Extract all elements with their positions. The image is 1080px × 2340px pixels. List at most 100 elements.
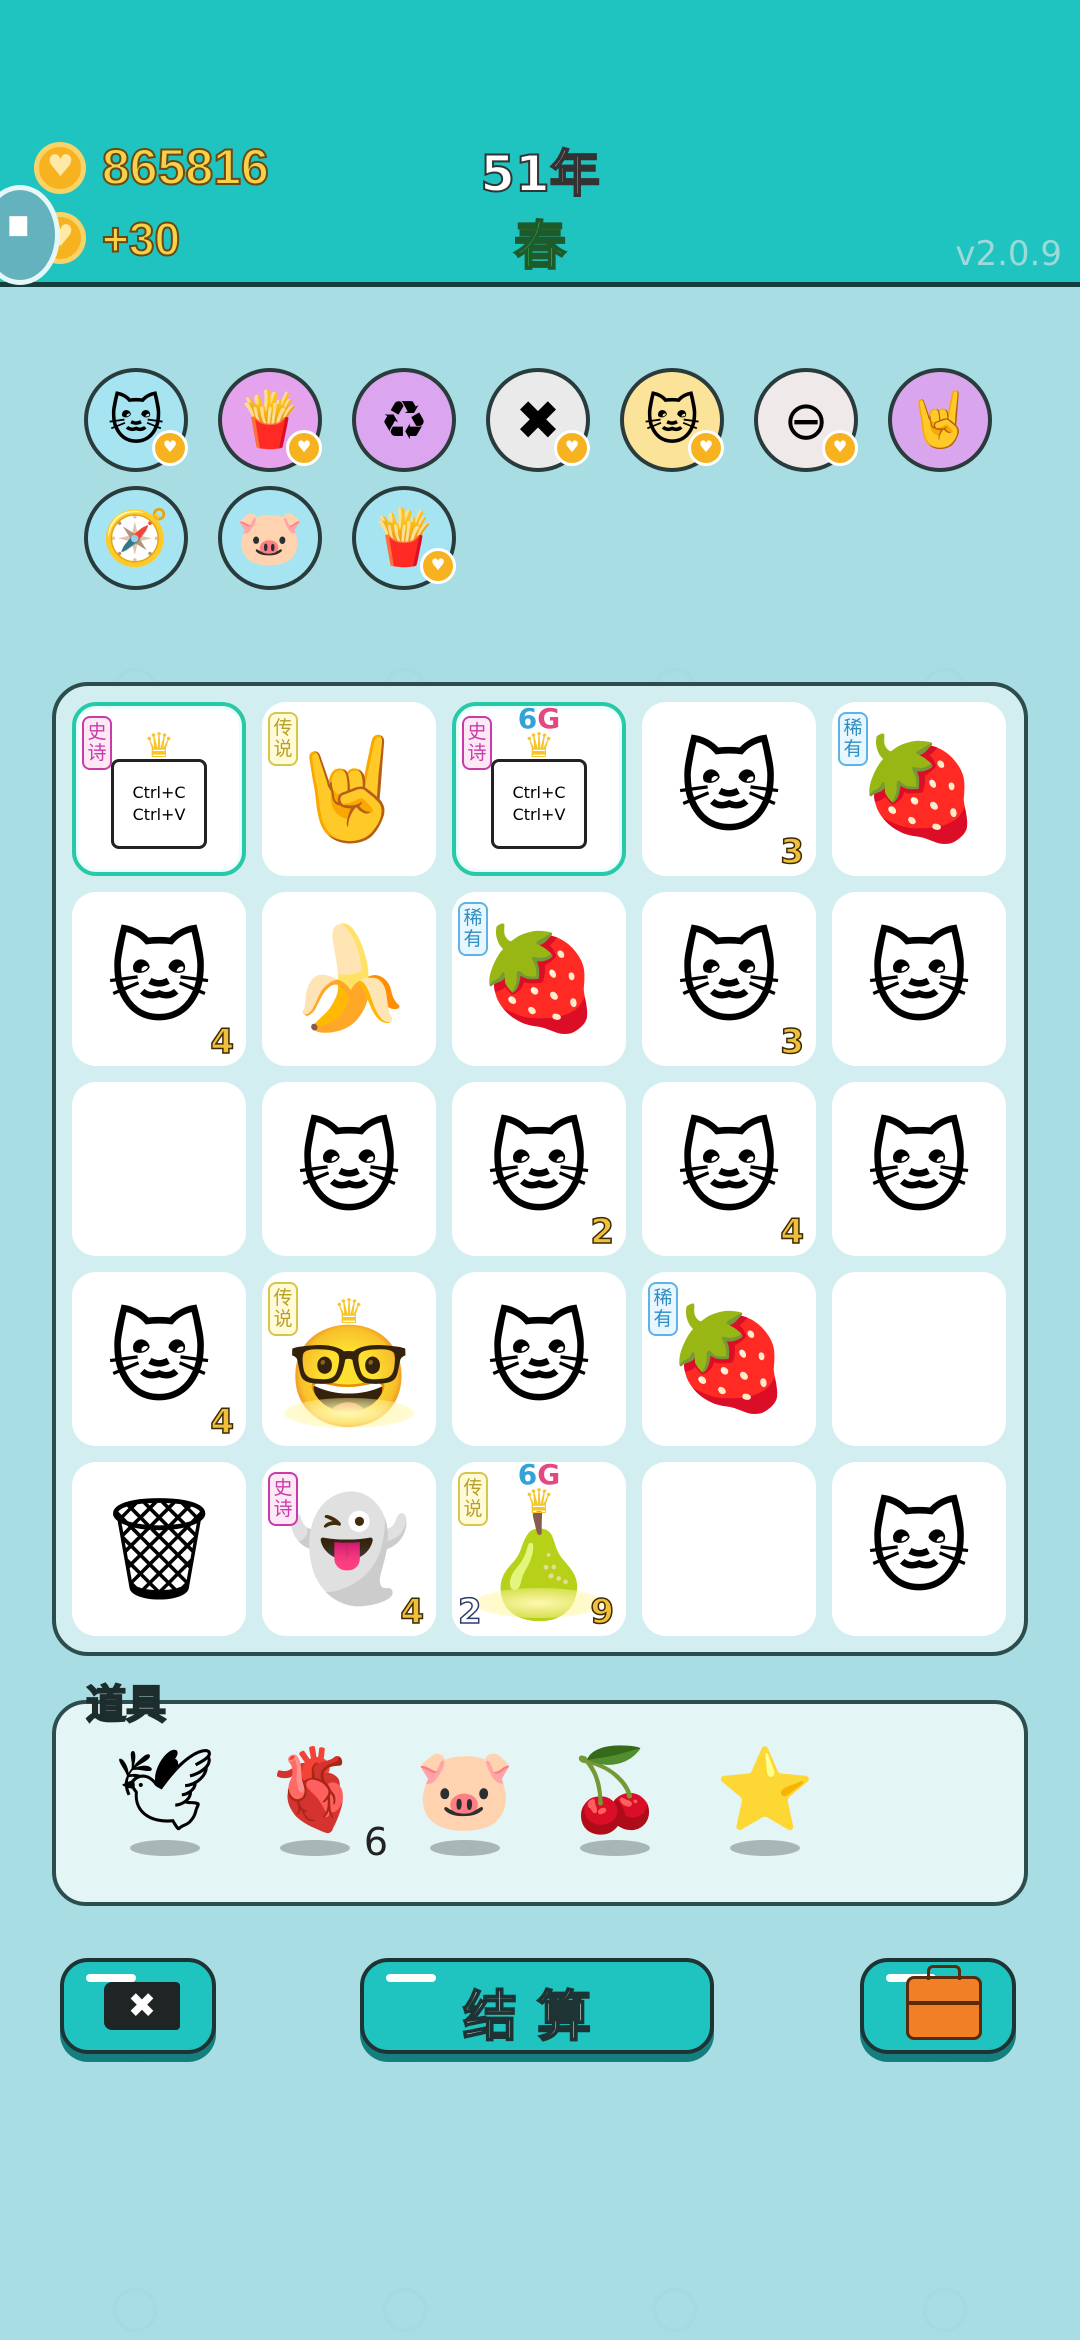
ctrl-c-text: Ctrl+C bbox=[132, 783, 186, 802]
liver-item[interactable]: 🫀 6 bbox=[260, 1740, 388, 1870]
dove-item-icon: 🕊 bbox=[114, 1743, 216, 1836]
rarity-tag: 史诗 bbox=[268, 1472, 298, 1526]
cat-sunglasses-relic[interactable]: 🐱 ♥ bbox=[84, 368, 188, 472]
heart-badge-icon: ♥ bbox=[152, 430, 188, 466]
rarity-tag: 史诗 bbox=[82, 716, 112, 770]
piggy-item-icon: 🐷 bbox=[415, 1743, 515, 1836]
grid-cell[interactable] bbox=[642, 1462, 816, 1636]
item-shadow bbox=[130, 1840, 200, 1856]
grid-cell[interactable]: 🍓 稀有 bbox=[832, 702, 1006, 876]
twin-cats-relic[interactable]: 🐱 ♥ bbox=[620, 368, 724, 472]
minus-relic[interactable]: ⊖ ♥ bbox=[754, 368, 858, 472]
ctrl-c-text: Ctrl+C bbox=[512, 783, 566, 802]
top-bar: 865816 +30 51年 春 v2.0.9 bbox=[0, 0, 1080, 287]
fries-relic[interactable]: 🍟 ♥ bbox=[218, 368, 322, 472]
dove-item[interactable]: 🕊 bbox=[110, 1740, 220, 1870]
remove-button[interactable]: ✖ bbox=[60, 1958, 216, 2054]
grid-cell[interactable]: 🐱 3 bbox=[642, 892, 816, 1066]
grid-cell[interactable] bbox=[72, 1082, 246, 1256]
symbol-icon: 🐱 bbox=[296, 1110, 402, 1227]
symbol-icon: 🐱 bbox=[866, 920, 972, 1037]
heart-badge-icon: ♥ bbox=[554, 430, 590, 466]
grid-cell[interactable]: 🐱 bbox=[832, 1082, 1006, 1256]
crown-icon: ♛ bbox=[333, 1292, 365, 1332]
rock-hand-relic[interactable]: 🤘 bbox=[888, 368, 992, 472]
rarity-tag: 稀有 bbox=[838, 712, 868, 766]
heart-badge-icon: ♥ bbox=[420, 548, 456, 584]
symbol-icon: 🍌 bbox=[286, 920, 412, 1037]
grid-cell[interactable]: 👻 史诗 4 bbox=[262, 1462, 436, 1636]
grid-cell[interactable]: 🐱 bbox=[262, 1082, 436, 1256]
grid-cell[interactable]: 🐱 bbox=[832, 892, 1006, 1066]
rarity-tag: 稀有 bbox=[458, 902, 488, 956]
grid-cell[interactable]: Ctrl+C Ctrl+V ♛ 6G 史诗 bbox=[452, 702, 626, 876]
bayberry-item[interactable]: 🍒 bbox=[560, 1740, 670, 1870]
grid-cell[interactable]: 🐱 4 bbox=[72, 1272, 246, 1446]
six-g-badge: 6G bbox=[517, 702, 561, 735]
symbol-icon: 🍓 bbox=[856, 730, 982, 847]
items-title: 道具 bbox=[85, 1681, 167, 1729]
button-shine bbox=[86, 1974, 136, 1982]
counter-value: 2 bbox=[590, 1211, 615, 1253]
symbol-icon: 🤘 bbox=[286, 730, 412, 847]
inventory-button[interactable] bbox=[860, 1958, 1016, 2054]
grid-cell[interactable]: Ctrl+C Ctrl+V ♛ 史诗 bbox=[72, 702, 246, 876]
rarity-tag: 传说 bbox=[268, 712, 298, 766]
symbol-icon: 👻 bbox=[286, 1490, 412, 1607]
crown-icon: ♛ bbox=[143, 726, 175, 766]
season-label: 春 bbox=[513, 216, 567, 278]
briefcase-icon bbox=[906, 1965, 982, 2040]
left-counter-value: 2 bbox=[457, 1591, 482, 1633]
grid-cell[interactable]: 🐱 4 bbox=[72, 892, 246, 1066]
piggy-bank-relic[interactable]: 🐷 bbox=[218, 486, 322, 590]
grid-cell[interactable]: 🐱 2 bbox=[452, 1082, 626, 1256]
grid-cell[interactable]: 🤓 ♛ 传说 bbox=[262, 1272, 436, 1446]
star-item[interactable]: ⭐ bbox=[710, 1740, 820, 1870]
ctrl-v-text: Ctrl+V bbox=[132, 805, 186, 824]
remove-tag-relic[interactable]: ✖ ♥ bbox=[486, 368, 590, 472]
counter-value: 4 bbox=[210, 1401, 235, 1443]
grid-cell[interactable]: 🐱 bbox=[832, 1462, 1006, 1636]
version-label: v2.0.9 bbox=[955, 234, 1062, 274]
grid-cell[interactable]: 🍌 bbox=[262, 892, 436, 1066]
symbol-icon: 🍓 bbox=[476, 920, 602, 1037]
counter-value: 4 bbox=[780, 1211, 805, 1253]
grid-cell[interactable]: 🗑 bbox=[72, 1462, 246, 1636]
bayberry-item-icon: 🍒 bbox=[565, 1743, 665, 1836]
ctrl-cv-card-icon: Ctrl+C Ctrl+V bbox=[491, 759, 587, 849]
piggy-bank-relic-icon: 🐷 bbox=[236, 506, 304, 569]
item-shadow bbox=[580, 1840, 650, 1856]
heart-badge-icon: ♥ bbox=[286, 430, 322, 466]
heart-badge-icon: ♥ bbox=[688, 430, 724, 466]
grid-cell[interactable]: 🍓 稀有 bbox=[642, 1272, 816, 1446]
compass-relic[interactable]: 🧭 bbox=[84, 486, 188, 590]
grid-cell[interactable]: 🐱 3 bbox=[642, 702, 816, 876]
piggy-item[interactable]: 🐷 bbox=[410, 1740, 520, 1870]
counter-value: 9 bbox=[590, 1591, 615, 1633]
grid-cell[interactable]: 🐱 bbox=[452, 1272, 626, 1446]
grid-cell[interactable]: 🍓 稀有 bbox=[452, 892, 626, 1066]
grid-cell[interactable]: 🐱 4 bbox=[642, 1082, 816, 1256]
symbol-icon: 🐱 bbox=[486, 1110, 592, 1227]
six-g-badge: 6G bbox=[517, 1458, 561, 1491]
symbol-icon: 🐱 bbox=[866, 1110, 972, 1227]
compass-relic-icon: 🧭 bbox=[102, 506, 170, 569]
grid-cell[interactable] bbox=[832, 1272, 1006, 1446]
heart-badge-icon: ♥ bbox=[822, 430, 858, 466]
settle-button[interactable]: 结算 bbox=[360, 1958, 714, 2054]
ctrl-v-text: Ctrl+V bbox=[512, 805, 566, 824]
symbol-icon: 🐱 bbox=[676, 730, 782, 847]
symbol-icon: 🐱 bbox=[486, 1300, 592, 1417]
fries-relic-2[interactable]: 🍟 ♥ bbox=[352, 486, 456, 590]
item-count: 6 bbox=[363, 1820, 388, 1864]
symbol-icon: 🐱 bbox=[866, 1490, 972, 1607]
rarity-tag: 稀有 bbox=[648, 1282, 678, 1336]
recycle-relic[interactable]: ♻ bbox=[352, 368, 456, 472]
item-shadow bbox=[730, 1840, 800, 1856]
symbol-icon: 🐱 bbox=[106, 1300, 212, 1417]
counter-value: 4 bbox=[400, 1591, 425, 1633]
grid-cell[interactable]: 🤘 传说 bbox=[262, 702, 436, 876]
glow-effect bbox=[474, 1588, 604, 1618]
symbol-icon: 🐱 bbox=[106, 920, 212, 1037]
grid-cell[interactable]: 🍐 ♛ 6G 传说 9 2 bbox=[452, 1458, 626, 1636]
